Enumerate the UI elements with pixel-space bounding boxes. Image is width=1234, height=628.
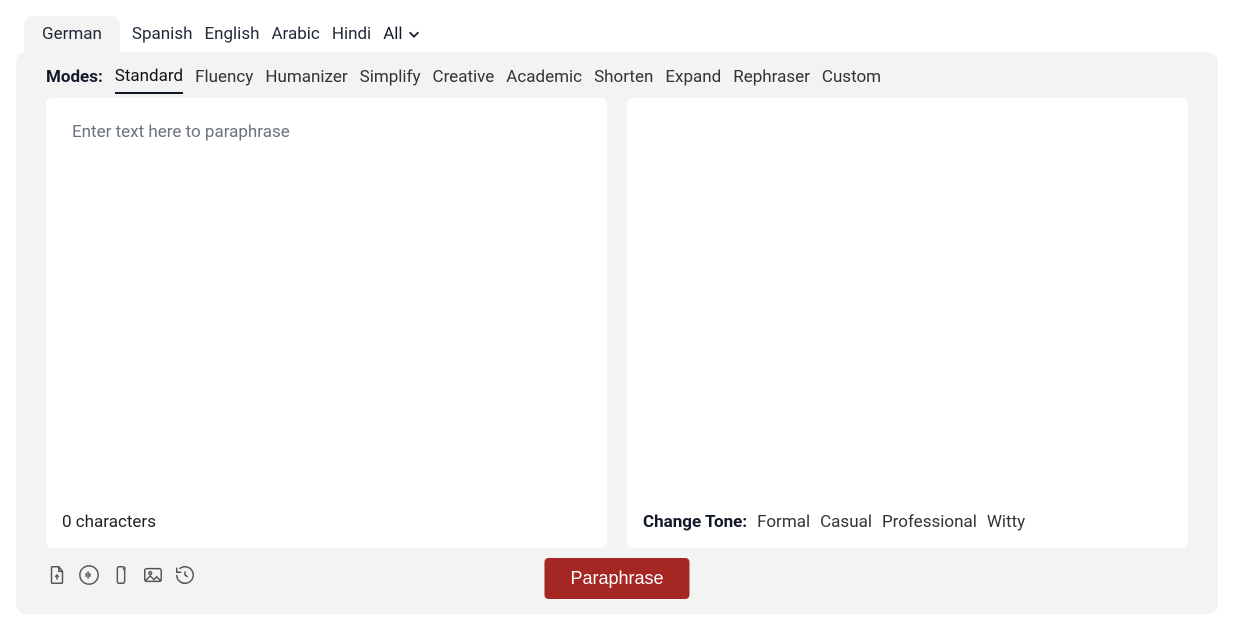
mode-tab-rephraser[interactable]: Rephraser [733, 67, 810, 93]
output-body [627, 98, 1188, 498]
mode-tab-fluency[interactable]: Fluency [195, 67, 253, 93]
tone-option-casual[interactable]: Casual [820, 512, 872, 532]
lang-tab-german[interactable]: German [24, 16, 120, 52]
lang-tab-spanish[interactable]: Spanish [132, 16, 193, 52]
mode-tab-simplify[interactable]: Simplify [360, 67, 421, 93]
mode-tab-expand[interactable]: Expand [665, 67, 721, 93]
mode-tab-creative[interactable]: Creative [433, 67, 495, 93]
output-footer: Change Tone: Formal Casual Professional … [627, 498, 1188, 548]
upload-file-icon[interactable] [46, 564, 68, 586]
mode-tab-humanizer[interactable]: Humanizer [265, 67, 347, 93]
bottom-row: Paraphrase [46, 558, 1188, 598]
mode-tab-standard[interactable]: Standard [115, 66, 183, 94]
output-pane: Change Tone: Formal Casual Professional … [627, 98, 1188, 548]
modes-row: Modes: Standard Fluency Humanizer Simpli… [46, 66, 1188, 98]
device-icon[interactable] [110, 564, 132, 586]
lang-all-label: All [383, 24, 402, 44]
mode-tab-custom[interactable]: Custom [822, 67, 881, 93]
panes-container: Enter text here to paraphrase 0 characte… [46, 98, 1188, 548]
toolbar-icons [46, 564, 196, 586]
image-icon[interactable] [142, 564, 164, 586]
app-root: German Spanish English Arabic Hindi All … [0, 0, 1234, 626]
tone-option-professional[interactable]: Professional [882, 512, 977, 532]
main-panel: Modes: Standard Fluency Humanizer Simpli… [16, 52, 1218, 614]
tone-option-witty[interactable]: Witty [987, 512, 1025, 532]
language-tabs: German Spanish English Arabic Hindi All [16, 16, 1218, 52]
mode-tab-shorten[interactable]: Shorten [594, 67, 653, 93]
modes-label: Modes: [46, 67, 103, 87]
lang-tab-arabic[interactable]: Arabic [271, 16, 319, 52]
tone-option-formal[interactable]: Formal [757, 512, 810, 532]
chevron-down-icon [407, 27, 421, 41]
lang-tab-english[interactable]: English [204, 16, 259, 52]
tone-label: Change Tone: [643, 512, 747, 532]
lang-tab-hindi[interactable]: Hindi [332, 16, 371, 52]
history-icon[interactable] [174, 564, 196, 586]
mode-tab-academic[interactable]: Academic [506, 67, 582, 93]
input-pane: Enter text here to paraphrase 0 characte… [46, 98, 607, 548]
paraphrase-input[interactable]: Enter text here to paraphrase [46, 98, 607, 498]
character-count: 0 characters [46, 498, 607, 548]
lang-tab-all[interactable]: All [383, 24, 420, 44]
paraphrase-button[interactable]: Paraphrase [544, 558, 689, 599]
audio-icon[interactable] [78, 564, 100, 586]
